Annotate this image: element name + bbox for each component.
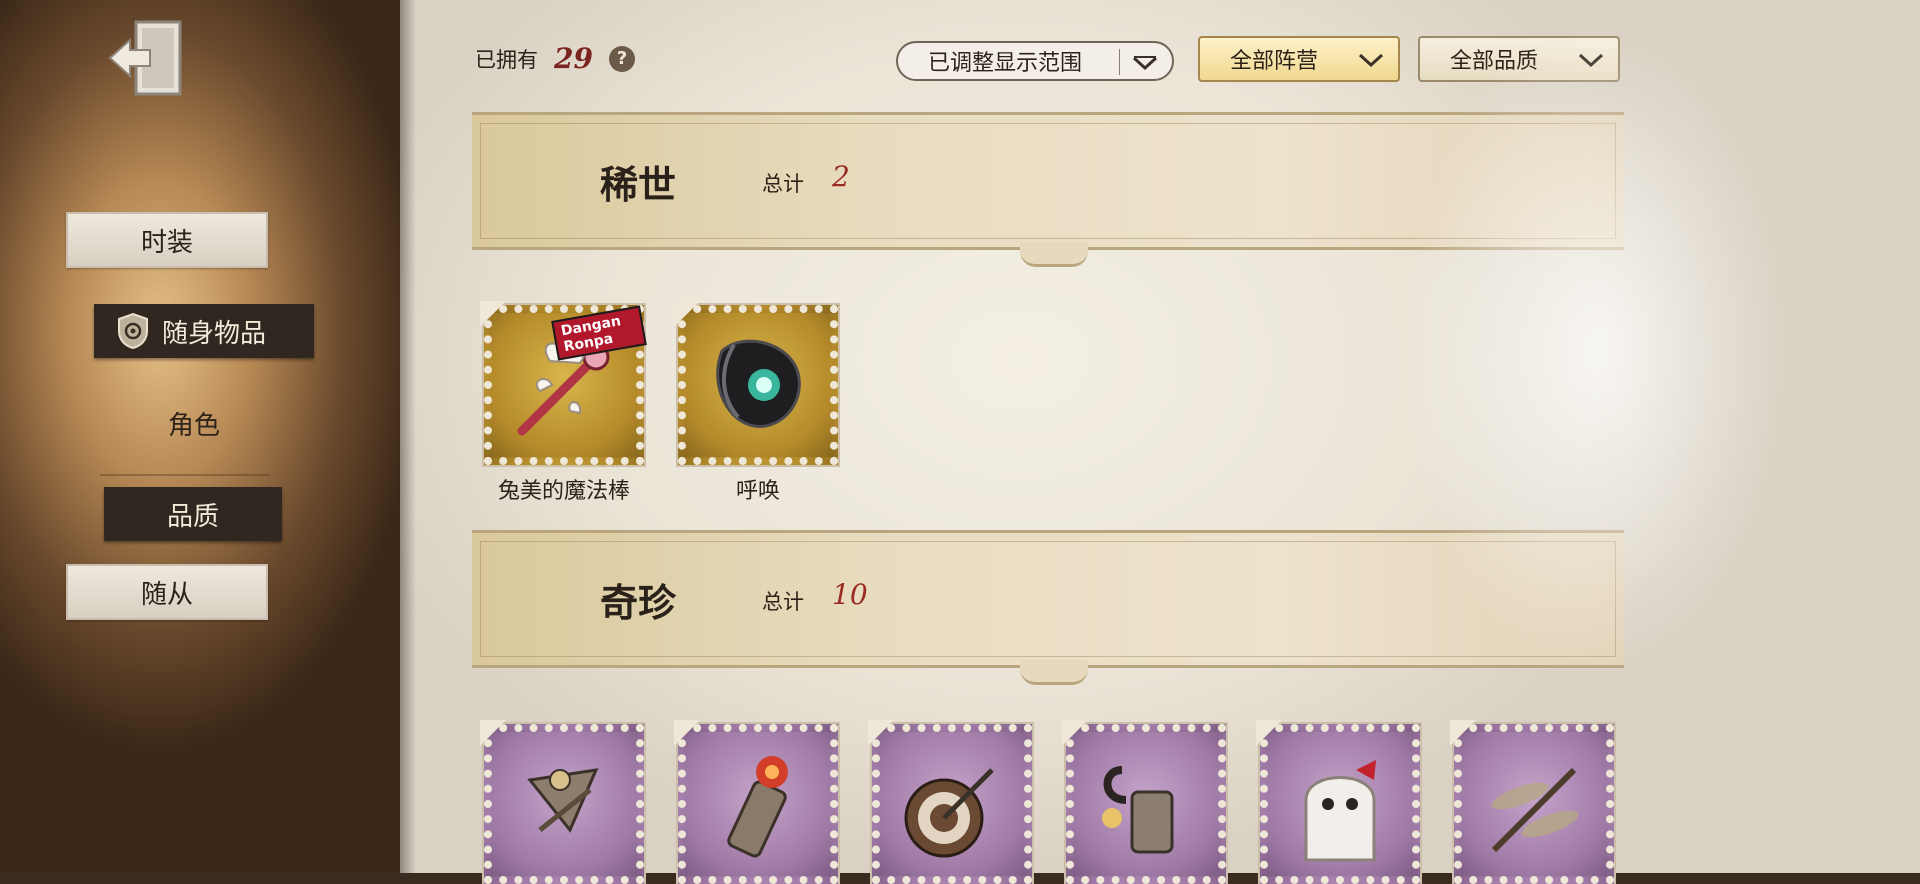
sidebar-item-label: 随从 bbox=[140, 579, 193, 610]
item-card-dragonfly[interactable] bbox=[1450, 720, 1616, 884]
section-banner-notch bbox=[1020, 242, 1088, 267]
sidebar-item-accessories[interactable]: 随身物品 bbox=[94, 304, 314, 358]
chevron-down-icon bbox=[1578, 53, 1604, 68]
exit-icon bbox=[108, 20, 182, 96]
quality-filter-dropdown[interactable]: 全部品质 bbox=[1418, 36, 1620, 82]
target-pin-icon bbox=[904, 768, 994, 858]
section-total-label: 总计 bbox=[762, 590, 804, 614]
range-filter-label: 已调整显示范围 bbox=[928, 51, 1083, 76]
sidebar-item-quality[interactable]: 品质 bbox=[104, 487, 282, 541]
sidebar-item-label: 角色 bbox=[167, 410, 220, 441]
item-name: 呼唤 bbox=[735, 479, 780, 504]
item-card-hook[interactable] bbox=[1062, 720, 1228, 884]
item-card-target[interactable] bbox=[868, 720, 1034, 884]
item-card-ghost[interactable] bbox=[1256, 720, 1422, 884]
range-filter-dropdown[interactable]: 已调整显示范围 bbox=[896, 41, 1174, 81]
sidebar-item-label: 随身物品 bbox=[162, 318, 267, 349]
summon-orb-icon bbox=[716, 339, 801, 428]
camp-filter-dropdown[interactable]: 全部阵营 bbox=[1198, 36, 1400, 82]
sidebar-divider bbox=[100, 474, 270, 476]
section-total-value: 2 bbox=[832, 160, 850, 193]
red-bottle-icon bbox=[727, 756, 788, 858]
dropdown-separator bbox=[1119, 49, 1120, 75]
section-title: 奇珍 bbox=[600, 581, 677, 625]
quality-filter-label: 全部品质 bbox=[1450, 49, 1539, 74]
item-name: 兔美的魔法棒 bbox=[497, 479, 630, 504]
chevron-down-icon bbox=[1358, 53, 1384, 68]
sidebar-item-fashion[interactable]: 时装 bbox=[66, 212, 268, 268]
owned-label: 已拥有 bbox=[475, 47, 538, 72]
sidebar-item-label: 时装 bbox=[140, 227, 193, 258]
dragonfly-icon bbox=[1491, 767, 1579, 853]
shield-icon bbox=[118, 312, 148, 350]
owned-counter: 已拥有 29 ? bbox=[475, 42, 635, 75]
section-total-label: 总计 bbox=[762, 172, 804, 196]
sidebar-item-role[interactable]: 角色 bbox=[96, 398, 292, 448]
item-card-bottle[interactable] bbox=[674, 720, 840, 884]
exit-button[interactable] bbox=[104, 14, 188, 102]
help-icon[interactable]: ? bbox=[608, 45, 635, 72]
section-banner-notch bbox=[1020, 660, 1088, 685]
left-panel: 时装 随身物品 角色 品质 随从 bbox=[0, 0, 400, 873]
crossbow-lantern-icon bbox=[527, 768, 599, 833]
ghost-doll-icon bbox=[1304, 760, 1376, 862]
section-banner-treasure: 奇珍 总计 10 bbox=[472, 530, 1624, 685]
item-card-summon[interactable]: 呼唤 bbox=[674, 301, 840, 504]
hook-icon bbox=[1102, 766, 1174, 854]
chevron-down-icon bbox=[1132, 56, 1158, 71]
section-title: 稀世 bbox=[600, 163, 677, 207]
sidebar-item-label: 品质 bbox=[166, 501, 219, 532]
item-card-crossbow[interactable] bbox=[480, 720, 646, 884]
section-banner-rare: 稀世 总计 2 bbox=[472, 112, 1624, 267]
camp-filter-label: 全部阵营 bbox=[1230, 49, 1319, 74]
item-card-magic-wand[interactable]: Dangan Ronpa 兔美的魔法棒 bbox=[480, 301, 647, 504]
sidebar-item-follower[interactable]: 随从 bbox=[66, 564, 268, 620]
owned-count: 29 bbox=[554, 42, 593, 75]
section-total-value: 10 bbox=[832, 578, 868, 611]
